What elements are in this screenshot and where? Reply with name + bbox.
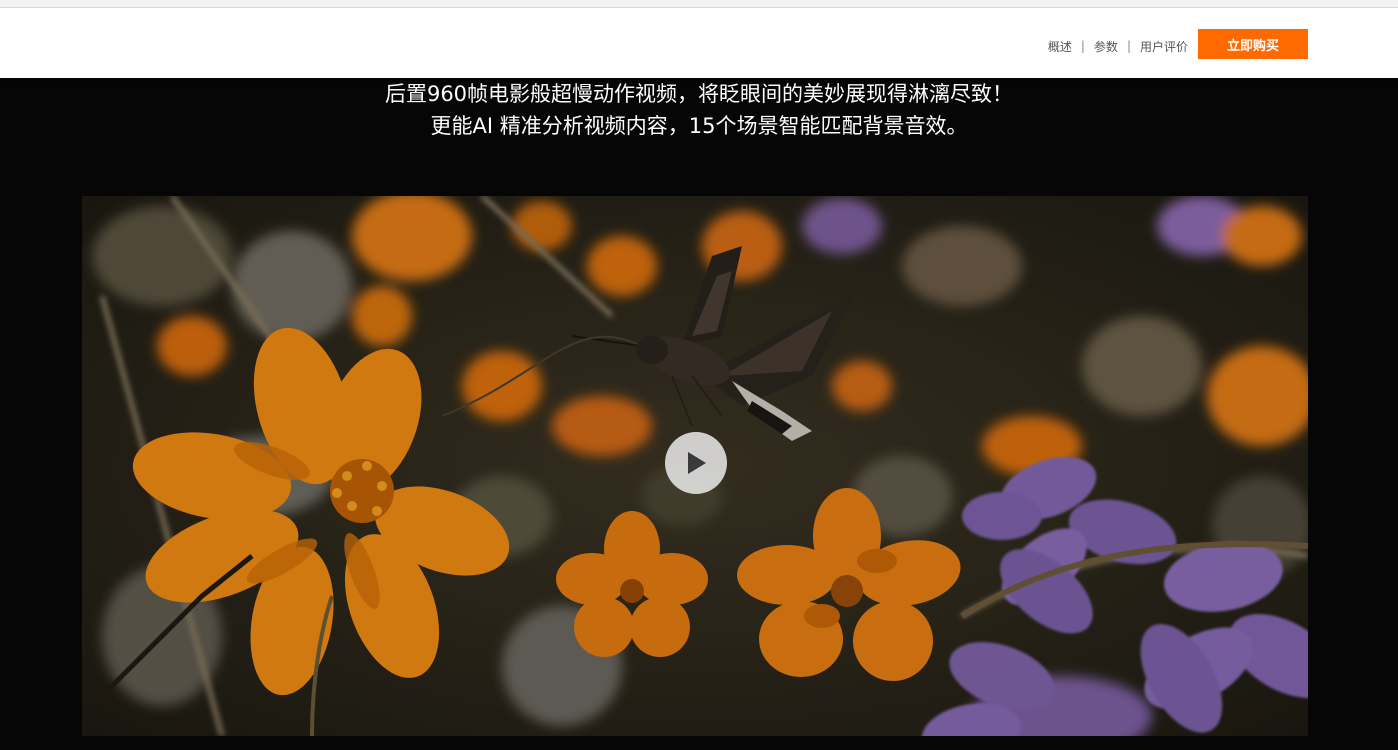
nav-link-reviews[interactable]: 用户评价 xyxy=(1140,38,1188,55)
divider xyxy=(0,7,1398,8)
section-nav: 概述 | 参数 | 用户评价 xyxy=(1048,35,1188,57)
headline-line-1: 后置960帧电影般超慢动作视频，将眨眼间的美妙展现得淋漓尽致！ xyxy=(384,82,1014,106)
page: 概述 | 参数 | 用户评价 立即购买 后置960帧电影般超慢动作视频，将眨眼间… xyxy=(0,0,1398,750)
headline-line-2: 更能AI 精准分析视频内容，15个场景智能匹配背景音效。 xyxy=(430,114,968,138)
buy-now-button[interactable]: 立即购买 xyxy=(1198,29,1308,59)
video-player[interactable] xyxy=(82,196,1308,736)
nav-link-specs[interactable]: 参数 xyxy=(1094,38,1118,55)
nav-separator: | xyxy=(1126,39,1131,53)
nav-link-overview[interactable]: 概述 xyxy=(1048,38,1072,55)
nav-separator: | xyxy=(1080,39,1085,53)
play-button[interactable] xyxy=(665,432,727,494)
feature-headline: 后置960帧电影般超慢动作视频，将眨眼间的美妙展现得淋漓尽致！ 更能AI 精准分… xyxy=(0,78,1398,142)
top-nav-bar: 概述 | 参数 | 用户评价 立即购买 xyxy=(0,0,1398,78)
play-icon xyxy=(688,452,706,474)
